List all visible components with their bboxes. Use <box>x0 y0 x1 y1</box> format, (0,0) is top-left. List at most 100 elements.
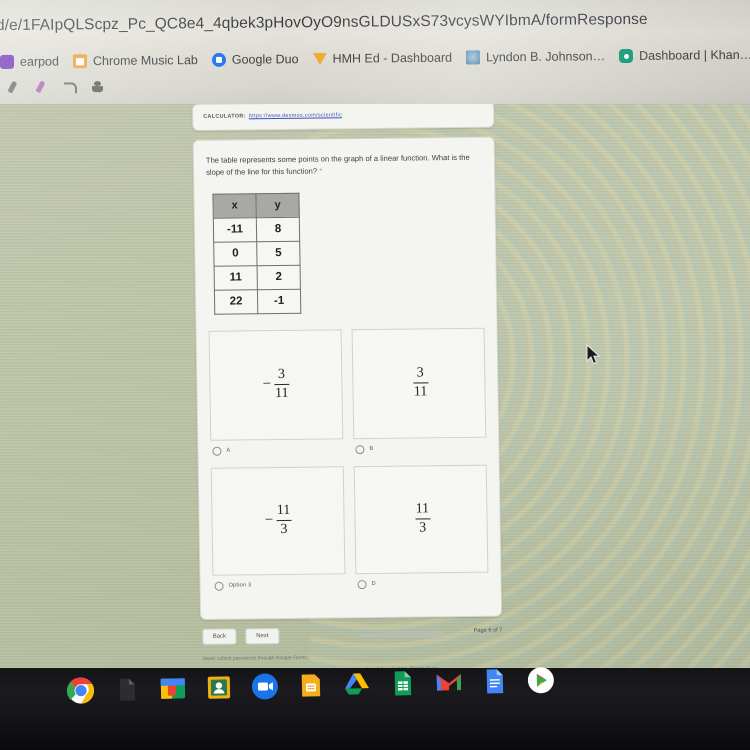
cell-x: -11 <box>213 217 257 242</box>
radio-button-d[interactable] <box>357 579 367 589</box>
question-text: The table represents some points on the … <box>206 152 482 179</box>
answer-options: − 3 11 A 3 11 B − 11 3 Option 3 11 3 D <box>208 327 489 602</box>
radio-button-b[interactable] <box>355 444 365 454</box>
omnibox[interactable]: d/e/1FAIpQLScpz_Pc_QC8e4_4qbek3pHovOyO9n… <box>0 8 750 38</box>
page-background: CALCULATOR: https://www.desmos.com/scient… <box>0 104 750 670</box>
calculator-line: CALCULATOR: https://www.desmos.com/scient… <box>203 111 483 120</box>
progress-bar <box>358 631 445 638</box>
khan-academy-icon <box>619 48 634 64</box>
question-body: The table represents some points on the … <box>205 152 470 177</box>
shelf-app-list <box>66 665 557 706</box>
required-marker: * <box>319 166 323 176</box>
table-row: 11 2 <box>214 264 301 290</box>
bookmark-google-duo[interactable]: Google Duo <box>211 52 299 67</box>
table-row: 0 5 <box>213 240 301 266</box>
fraction-denominator: 3 <box>419 520 427 536</box>
fraction-numerator: 11 <box>276 502 291 518</box>
data-table: x y -11 8 0 5 11 2 22 -1 <box>212 192 301 314</box>
radio-button-c[interactable] <box>214 581 224 591</box>
google-duo-icon <box>211 52 226 67</box>
bookmark-khan-academy[interactable]: Dashboard | Khan… <box>619 47 750 64</box>
calculator-card: CALCULATOR: https://www.desmos.com/scient… <box>192 104 495 131</box>
bookmark-label: Dashboard | Khan… <box>639 47 750 63</box>
google-sheets-icon[interactable] <box>388 668 419 699</box>
fraction-numerator: 11 <box>415 500 430 517</box>
column-header-x: x <box>212 193 257 218</box>
option-d-image: 11 3 <box>353 464 489 574</box>
cell-x: 11 <box>214 265 258 290</box>
option-d-row[interactable]: D <box>357 578 488 589</box>
cell-x: 0 <box>213 241 258 266</box>
radio-button-a[interactable] <box>212 446 222 456</box>
column-header-y: y <box>255 192 300 218</box>
hmh-ed-icon <box>312 52 327 65</box>
bookmark-hmh-ed[interactable]: HMH Ed - Dashboard <box>312 51 452 66</box>
browser-chrome: d/e/1FAIpQLScpz_Pc_QC8e4_4qbek3pHovOyO9n… <box>0 0 750 108</box>
answer-option-a: − 3 11 A <box>208 328 344 467</box>
back-button[interactable]: Back <box>202 628 237 645</box>
option-a-row[interactable]: A <box>212 445 343 456</box>
fraction-a: − 3 11 <box>262 366 290 402</box>
calculator-label: CALCULATOR: <box>203 113 246 120</box>
cell-y: 8 <box>256 216 300 242</box>
option-c-row[interactable]: Option 3 <box>214 580 345 591</box>
bookmarks-bar: earpod Chrome Music Lab Google Duo HMH E… <box>0 40 750 77</box>
bookmark-chrome-music-lab[interactable]: Chrome Music Lab <box>72 53 198 69</box>
fraction-denominator: 11 <box>413 384 428 400</box>
bookmark-lyndon-b-johnson[interactable]: Lyndon B. Johnson… <box>465 49 606 65</box>
screen-photo: d/e/1FAIpQLScpz_Pc_QC8e4_4qbek3pHovOyO9n… <box>0 0 750 750</box>
bookmark-label: Chrome Music Lab <box>92 53 198 69</box>
chrome-music-lab-icon <box>72 54 88 69</box>
option-c-image: − 11 3 <box>210 465 346 576</box>
cell-y: 5 <box>256 240 301 266</box>
bookmark-nearpod[interactable]: earpod <box>0 54 59 69</box>
google-classroom-icon[interactable] <box>158 673 189 704</box>
annotation-toolbar <box>6 79 106 96</box>
google-play-icon[interactable] <box>526 665 557 696</box>
google-drive-icon[interactable] <box>342 669 373 700</box>
stamp-tool-icon[interactable] <box>90 79 106 95</box>
fraction-d: 11 3 <box>412 500 431 536</box>
option-d-label: D <box>371 580 376 588</box>
google-keep-icon[interactable] <box>296 670 327 701</box>
files-icon[interactable] <box>112 674 143 705</box>
fraction-c: − 11 3 <box>265 502 292 538</box>
option-b-label: B <box>369 445 374 453</box>
option-c-label: Option 3 <box>228 582 252 589</box>
bookmark-label: Lyndon B. Johnson… <box>485 49 606 65</box>
option-b-image: 3 11 <box>351 327 487 439</box>
option-a-label: A <box>226 447 231 454</box>
option-b-row[interactable]: B <box>355 443 486 454</box>
desmos-link[interactable]: https://www.desmos.com/scientific <box>249 112 342 119</box>
table-row: 22 -1 <box>214 288 301 314</box>
page-indicator: Page 6 of 7 <box>473 627 503 634</box>
pen-tool-icon[interactable] <box>6 80 22 96</box>
answer-option-b: 3 11 B <box>351 327 487 465</box>
password-warning: Never submit passwords through Google Fo… <box>202 654 309 661</box>
google-contacts-icon[interactable] <box>204 672 235 703</box>
eraser-tool-icon[interactable] <box>62 79 78 95</box>
question-card: The table represents some points on the … <box>192 136 503 620</box>
bookmark-label: earpod <box>19 54 60 69</box>
gmail-icon[interactable] <box>434 667 465 698</box>
highlighter-tool-icon[interactable] <box>34 80 50 96</box>
google-docs-icon[interactable] <box>480 666 511 697</box>
url-text: d/e/1FAIpQLScpz_Pc_QC8e4_4qbek3pHovOyO9n… <box>0 10 648 35</box>
chrome-icon[interactable] <box>66 675 97 706</box>
option-a-image: − 3 11 <box>208 328 344 441</box>
mouse-cursor <box>586 344 601 365</box>
fraction-b: 3 11 <box>410 365 429 400</box>
table-header-row: x y <box>212 192 300 218</box>
bookmark-label: HMH Ed - Dashboard <box>332 50 453 66</box>
form-navigation: Back Next Page 6 of 7 <box>202 625 503 645</box>
answer-option-c: − 11 3 Option 3 <box>210 465 346 602</box>
cell-y: 2 <box>257 264 301 290</box>
answer-options-row-1: − 3 11 A 3 11 B <box>208 327 487 467</box>
next-button[interactable]: Next <box>245 627 280 644</box>
google-meet-icon[interactable] <box>250 671 281 702</box>
fraction-numerator: 3 <box>277 366 286 382</box>
nearpod-icon <box>0 54 15 69</box>
bookmark-label: Google Duo <box>231 52 299 67</box>
fraction-denominator: 3 <box>280 521 288 537</box>
fraction-numerator: 3 <box>416 365 424 381</box>
